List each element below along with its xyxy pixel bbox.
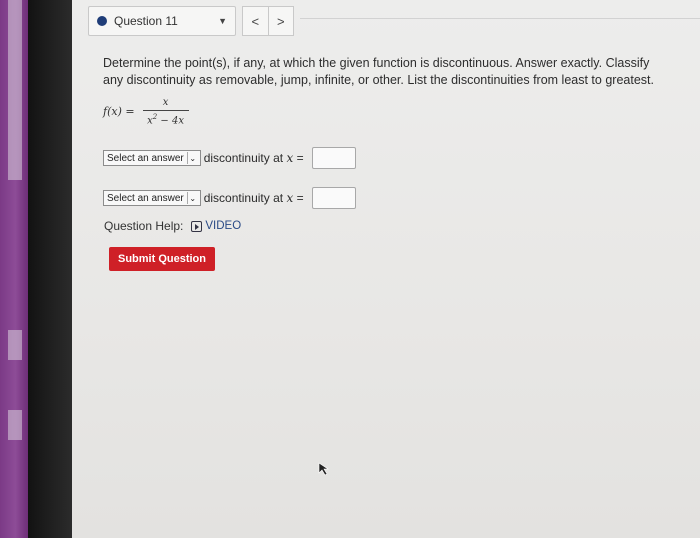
formula-lhs: f(x) =: [103, 105, 135, 119]
mouse-cursor-icon: [318, 462, 329, 476]
formula-fraction: x x2 − 4x: [142, 97, 189, 126]
formula-numerator: x: [162, 97, 169, 108]
chevron-down-icon: ⌄: [186, 152, 198, 164]
denominator-rest: − 4x: [157, 115, 184, 127]
video-icon[interactable]: [191, 220, 203, 232]
header-divider: [300, 18, 700, 19]
prev-question-button[interactable]: <: [243, 7, 268, 35]
function-formula: f(x) = x x2 − 4x: [103, 97, 189, 126]
select-value: Select an answer: [107, 192, 184, 204]
classification-select-2[interactable]: Select an answer ⌄: [103, 190, 201, 206]
answer-row-2: Select an answer ⌄ discontinuity at x =: [103, 187, 356, 209]
question-label: Question 11: [114, 14, 178, 28]
x-value-input-1[interactable]: [311, 147, 356, 169]
answer-row-1: Select an answer ⌄ discontinuity at x =: [103, 147, 356, 169]
next-question-button[interactable]: >: [267, 7, 294, 35]
classification-select-1[interactable]: Select an answer ⌄: [103, 150, 201, 166]
question-nav-buttons: < >: [242, 6, 294, 36]
chevron-down-icon: ▼: [218, 16, 227, 26]
discontinuity-label: discontinuity at x =: [203, 191, 304, 205]
discontinuity-label: discontinuity at x =: [203, 151, 304, 165]
question-help: Question Help: VIDEO: [104, 219, 241, 233]
device-bezel: [0, 0, 28, 538]
question-prompt: Determine the point(s), if any, at which…: [103, 56, 654, 87]
video-link[interactable]: VIDEO: [205, 220, 241, 232]
x-value-input-2[interactable]: [311, 187, 356, 209]
question-status-dot: [97, 16, 107, 26]
question-selector[interactable]: Question 11 ▼: [88, 6, 236, 36]
select-value: Select an answer: [107, 152, 184, 164]
submit-question-button[interactable]: Submit Question: [109, 247, 215, 271]
formula-denominator: x2 − 4x: [147, 111, 184, 126]
question-help-label: Question Help:: [104, 219, 184, 233]
screen-frame: [28, 0, 72, 538]
chevron-down-icon: ⌄: [186, 192, 198, 204]
